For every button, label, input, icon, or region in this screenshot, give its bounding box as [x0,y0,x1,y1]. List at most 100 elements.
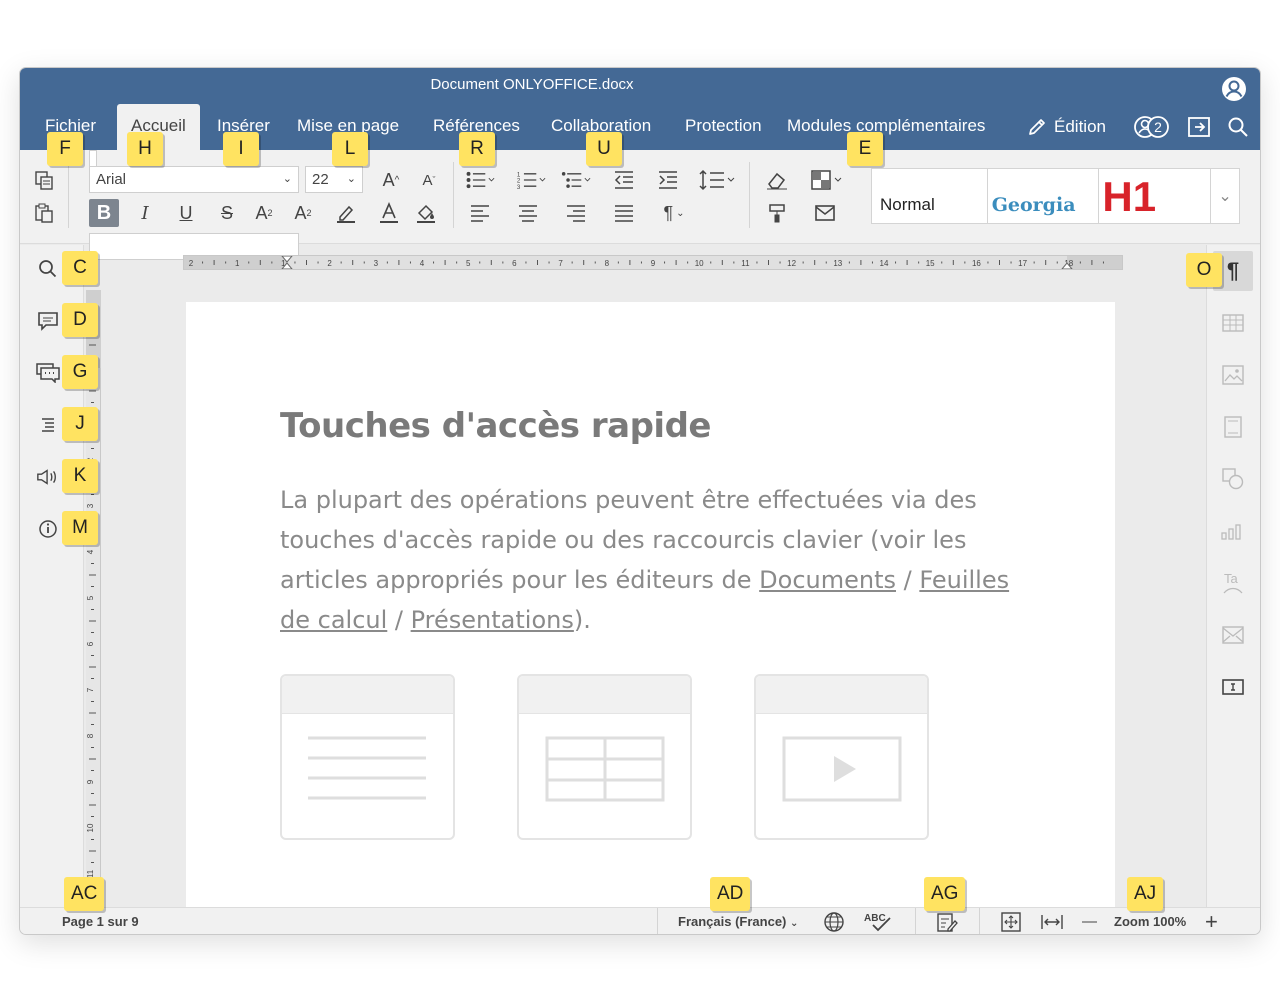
keytip-collaboration[interactable]: U [586,132,622,166]
ruler-label: 9 [651,259,656,268]
co-editing-users-icon[interactable]: 2 [1133,104,1171,150]
copy-icon[interactable] [29,166,59,194]
clear-style-icon[interactable] [762,166,792,194]
underline-button[interactable]: U [171,199,201,227]
style-georgia-label: Georgia [991,194,1076,216]
align-right-icon[interactable] [561,199,591,227]
title-bar: Document ONLYOFFICE.docx Fichier Accueil… [20,68,1260,150]
zoom-value[interactable]: Zoom 100% [1114,908,1186,934]
paragraph-suffix: ). [573,606,591,634]
increase-indent-icon[interactable] [653,166,683,194]
fit-page-icon[interactable] [1000,911,1022,934]
keytip-insert[interactable]: I [223,132,259,166]
pilcrow-glyph: ¶ [1226,258,1240,283]
spellcheck-icon[interactable]: ABC [863,911,893,934]
chevron-down-icon: ⌄ [790,918,799,929]
zoom-out-button[interactable]: — [1082,908,1097,934]
chat-icon[interactable] [36,361,60,385]
editor-window: Document ONLYOFFICE.docx Fichier Accueil… [19,67,1261,935]
search-icon[interactable] [36,257,60,281]
keytip-feedback[interactable]: K [62,459,98,493]
font-name-combo[interactable]: Arial ⌄ [89,166,299,193]
link-presentations[interactable]: Présentations [411,606,574,634]
subscript-button[interactable]: A2 [288,199,318,227]
text-art-icon[interactable]: Ta [1213,563,1253,603]
multilevel-list-icon[interactable] [561,166,591,194]
decrease-font-icon[interactable]: Aˇ [414,166,444,194]
comments-icon[interactable] [36,309,60,333]
navigation-icon[interactable] [36,413,60,437]
styles-expand-icon[interactable]: ⌄ [1211,169,1239,223]
tab-plugins[interactable]: Modules complémentaires [773,104,999,150]
keytip-navigation[interactable]: J [62,407,98,441]
keytip-layout[interactable]: L [332,132,368,166]
keytip-language[interactable]: AD [710,877,751,911]
document-page[interactable]: Touches d'accès rapide La plupart des op… [186,302,1115,907]
open-location-icon[interactable] [1187,104,1211,150]
fit-width-icon[interactable] [1040,911,1064,934]
image-settings-icon[interactable] [1213,355,1253,395]
keytip-home[interactable]: H [127,132,163,166]
color-scheme-icon[interactable] [810,166,846,194]
keytip-edit[interactable]: E [847,132,883,166]
font-size-combo[interactable]: 22 ⌄ [305,166,363,193]
paste-icon[interactable] [29,199,59,227]
chevron-down-icon: ⌄ [346,173,356,185]
language-select[interactable]: Français (France) ⌄ [678,908,799,934]
copy-style-icon[interactable] [762,199,792,227]
increase-font-icon[interactable]: A ^ [376,166,406,194]
header-footer-icon[interactable] [1213,407,1253,447]
table-settings-icon[interactable] [1213,303,1253,343]
superscript-button[interactable]: A2 [249,199,279,227]
edit-mode-button[interactable]: Édition [1026,104,1106,150]
form-settings-icon[interactable] [1213,667,1253,707]
ruler-label: 2 [189,259,194,268]
about-icon[interactable] [36,517,60,541]
user-avatar-icon[interactable] [1221,76,1247,102]
ruler-label: 6 [86,641,95,646]
search-icon[interactable] [1227,104,1249,150]
bold-button[interactable]: B [89,199,119,227]
line-spacing-icon[interactable] [697,166,737,194]
decrease-indent-icon[interactable] [609,166,639,194]
tab-protection[interactable]: Protection [671,104,776,150]
italic-button[interactable]: I [130,199,160,227]
numbered-list-icon[interactable]: 123 [516,166,546,194]
keytip-references[interactable]: R [459,132,495,166]
shape-settings-icon[interactable] [1213,459,1253,499]
keytip-comments[interactable]: D [62,303,98,337]
style-normal[interactable]: Normal [872,169,988,223]
paragraph-shading-icon[interactable] [411,199,441,227]
nonprinting-chars-icon[interactable]: ¶ ⌄ [656,199,692,227]
keytip-file[interactable]: F [47,132,83,166]
strikethrough-button[interactable]: S [212,199,242,227]
style-h1[interactable]: H1 [1099,169,1212,223]
horizontal-ruler[interactable]: 2 1 1 2 3 4 5 6 7 8 9 10 11 12 13 14 15 16 17 18 [183,255,1123,270]
style-georgia[interactable]: Georgia [988,169,1100,223]
keytip-chat[interactable]: G [62,355,98,389]
align-center-icon[interactable] [513,199,543,227]
mail-merge-settings-icon[interactable] [1213,615,1253,655]
ruler-label: 15 [926,259,935,268]
keytip-page-info[interactable]: AC [64,877,105,911]
chart-settings-icon[interactable] [1213,511,1253,551]
globe-icon[interactable] [823,911,845,934]
font-color-icon[interactable] [374,199,404,227]
zoom-in-button[interactable]: + [1205,908,1218,934]
mail-merge-icon[interactable] [810,199,840,227]
page-info[interactable]: Page 1 sur 9 [62,908,139,934]
track-changes-icon[interactable] [936,911,958,934]
keytip-zoom[interactable]: AJ [1127,877,1164,911]
keytip-about[interactable]: M [62,511,98,545]
keytip-search[interactable]: C [62,251,98,285]
link-documents[interactable]: Documents [759,566,896,594]
bullet-list-icon[interactable] [465,166,495,194]
keytip-track-changes[interactable]: AG [924,877,966,911]
keytip-paragraph-settings[interactable]: O [1186,253,1222,287]
highlight-icon[interactable] [331,199,361,227]
document-title: Document ONLYOFFICE.docx [430,76,634,93]
feedback-icon[interactable] [36,465,60,489]
justify-icon[interactable] [609,199,639,227]
ruler-label: 6 [512,259,517,268]
align-left-icon[interactable] [465,199,495,227]
